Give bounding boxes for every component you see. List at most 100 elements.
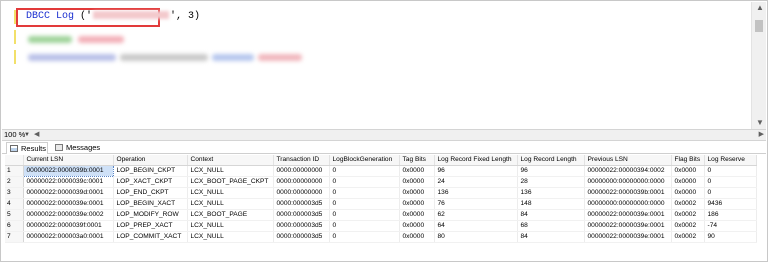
table-row[interactable]: 4 00000022:0000039e:0001 LOP_BEGIN_XACT LCX… xyxy=(5,198,757,210)
grid-cell[interactable]: 80 xyxy=(434,231,518,243)
grid-cell[interactable]: 00000022:0000039c:0001 xyxy=(23,176,114,188)
grid-cell[interactable]: 76 xyxy=(434,198,518,210)
table-row[interactable]: 3 00000022:0000039d:0001 LOP_END_CKPT LCX_N… xyxy=(5,187,757,199)
grid-cell[interactable]: 9436 xyxy=(704,198,757,210)
grid-cell[interactable]: 0x0000 xyxy=(399,220,435,232)
grid-cell[interactable]: 0x0002 xyxy=(671,220,705,232)
column-header[interactable]: Tag Bits xyxy=(399,155,435,166)
column-header[interactable]: Log Record Fixed Length xyxy=(434,155,518,166)
grid-cell[interactable]: 00000022:0000039b:0001 xyxy=(584,187,672,199)
grid-cell[interactable]: 0000:00000000 xyxy=(273,176,330,188)
grid-cell[interactable]: LOP_BEGIN_XACT xyxy=(113,198,188,210)
query-line[interactable]: DBCC Log (' ', 3) xyxy=(26,11,200,22)
grid-cell[interactable]: 0000:00000000 xyxy=(273,187,330,199)
grid-cell[interactable]: 62 xyxy=(434,209,518,221)
grid-cell[interactable]: 0000:000003d5 xyxy=(273,231,330,243)
grid-cell[interactable]: 0000:00000000 xyxy=(273,165,330,177)
grid-cell[interactable]: LOP_BEGIN_CKPT xyxy=(113,165,188,177)
grid-cell[interactable]: LOP_COMMIT_XACT xyxy=(113,231,188,243)
grid-cell[interactable]: LCX_NULL xyxy=(187,231,274,243)
grid-cell[interactable]: 0000:000003d5 xyxy=(273,220,330,232)
grid-cell[interactable]: 0x0000 xyxy=(671,176,705,188)
grid-cell[interactable]: LOP_XACT_CKPT xyxy=(113,176,188,188)
grid-cell[interactable]: 96 xyxy=(434,165,518,177)
column-header[interactable]: Transaction ID xyxy=(273,155,330,166)
grid-cell[interactable]: 0x0000 xyxy=(399,209,435,221)
tab-messages[interactable]: Messages xyxy=(52,142,102,153)
grid-cell[interactable]: LOP_MODIFY_ROW xyxy=(113,209,188,221)
grid-cell[interactable]: 84 xyxy=(517,209,585,221)
grid-cell[interactable]: 148 xyxy=(517,198,585,210)
grid-cell[interactable]: 0000:000003d5 xyxy=(273,209,330,221)
grid-cell[interactable]: LCX_NULL xyxy=(187,220,274,232)
column-header[interactable]: Previous LSN xyxy=(584,155,672,166)
zoom-level[interactable]: 100 % xyxy=(4,130,25,140)
grid-cell[interactable]: LOP_PREP_XACT xyxy=(113,220,188,232)
grid-cell[interactable]: LCX_NULL xyxy=(187,187,274,199)
grid-cell[interactable]: 00000022:0000039e:0001 xyxy=(23,198,114,210)
table-row[interactable]: 5 00000022:0000039e:0002 LOP_MODIFY_ROW LCX… xyxy=(5,209,757,221)
row-number[interactable]: 6 xyxy=(5,220,24,232)
column-header[interactable]: Context xyxy=(187,155,274,166)
grid-cell[interactable]: 0x0000 xyxy=(671,187,705,199)
row-number[interactable]: 1 xyxy=(5,165,24,177)
grid-cell[interactable]: LCX_BOOT_PAGE_CKPT xyxy=(187,176,274,188)
grid-cell[interactable]: LCX_NULL xyxy=(187,165,274,177)
grid-cell[interactable]: 0 xyxy=(329,198,400,210)
grid-cell[interactable]: 0x0002 xyxy=(671,198,705,210)
grid-cell[interactable]: 00000022:0000039f:0001 xyxy=(23,220,114,232)
grid-cell[interactable]: 186 xyxy=(704,209,757,221)
grid-cell[interactable]: 0 xyxy=(329,231,400,243)
grid-cell[interactable]: 0 xyxy=(329,176,400,188)
editor-vertical-scrollbar[interactable]: ▲ ▼ xyxy=(751,2,766,129)
scroll-up-icon[interactable]: ▲ xyxy=(756,3,764,12)
row-number[interactable]: 2 xyxy=(5,176,24,188)
scroll-left-icon[interactable]: ◀ xyxy=(34,130,39,138)
row-number[interactable]: 3 xyxy=(5,187,24,199)
column-header[interactable]: Operation xyxy=(113,155,188,166)
grid-cell[interactable]: 0 xyxy=(329,220,400,232)
row-number[interactable]: 4 xyxy=(5,198,24,210)
grid-cell[interactable]: 0x0000 xyxy=(399,176,435,188)
grid-cell[interactable]: 64 xyxy=(434,220,518,232)
grid-cell[interactable]: 0x0000 xyxy=(671,165,705,177)
row-number[interactable]: 5 xyxy=(5,209,24,221)
grid-cell[interactable]: 28 xyxy=(517,176,585,188)
grid-cell[interactable]: 96 xyxy=(517,165,585,177)
dropdown-caret-icon[interactable]: ▼ xyxy=(24,130,30,140)
column-header[interactable]: Flag Bits xyxy=(671,155,705,166)
row-number[interactable]: 7 xyxy=(5,231,24,243)
grid-cell[interactable]: 0x0002 xyxy=(671,231,705,243)
grid-cell[interactable]: 0x0002 xyxy=(671,209,705,221)
grid-cell[interactable]: 00000022:0000039b:0001 xyxy=(22,165,114,177)
grid-cell[interactable]: 84 xyxy=(517,231,585,243)
grid-cell[interactable]: 0 xyxy=(329,187,400,199)
column-header[interactable]: LogBlockGeneration xyxy=(329,155,400,166)
table-row[interactable]: 1 00000022:0000039b:0001 LOP_BEGIN_CKPT LCX… xyxy=(5,165,757,177)
grid-cell[interactable]: 0x0000 xyxy=(399,187,435,199)
grid-cell[interactable]: 00000000:00000000:0000 xyxy=(584,176,672,188)
column-header[interactable]: Current LSN xyxy=(23,155,114,166)
grid-cell[interactable]: 00000022:000003a0:0001 xyxy=(23,231,114,243)
grid-cell[interactable]: 136 xyxy=(434,187,518,199)
grid-cell[interactable]: 0 xyxy=(704,165,757,177)
grid-cell[interactable]: 24 xyxy=(434,176,518,188)
grid-cell[interactable]: LCX_BOOT_PAGE xyxy=(187,209,274,221)
grid-cell[interactable]: LCX_NULL xyxy=(187,198,274,210)
grid-cell[interactable]: 0000:000003d5 xyxy=(273,198,330,210)
grid-cell[interactable]: 0 xyxy=(329,165,400,177)
grid-cell[interactable]: 0x0000 xyxy=(399,165,435,177)
grid-cell[interactable]: 68 xyxy=(517,220,585,232)
grid-cell[interactable]: 00000022:0000039e:0001 xyxy=(584,209,672,221)
grid-cell[interactable]: 00000022:0000039e:0001 xyxy=(584,220,672,232)
grid-cell[interactable]: 136 xyxy=(517,187,585,199)
grid-cell[interactable]: 90 xyxy=(704,231,757,243)
table-row[interactable]: 7 00000022:000003a0:0001 LOP_COMMIT_XACT LC… xyxy=(5,231,757,243)
grid-cell[interactable]: 00000000:00000000:0000 xyxy=(584,198,672,210)
grid-cell[interactable]: 0 xyxy=(704,176,757,188)
grid-cell[interactable]: 0x0000 xyxy=(399,231,435,243)
grid-cell[interactable]: 0 xyxy=(704,187,757,199)
grid-cell[interactable]: 00000022:0000039d:0001 xyxy=(23,187,114,199)
grid-cell[interactable]: 00000022:0000039e:0001 xyxy=(584,231,672,243)
grid-cell[interactable]: 0x0000 xyxy=(399,198,435,210)
